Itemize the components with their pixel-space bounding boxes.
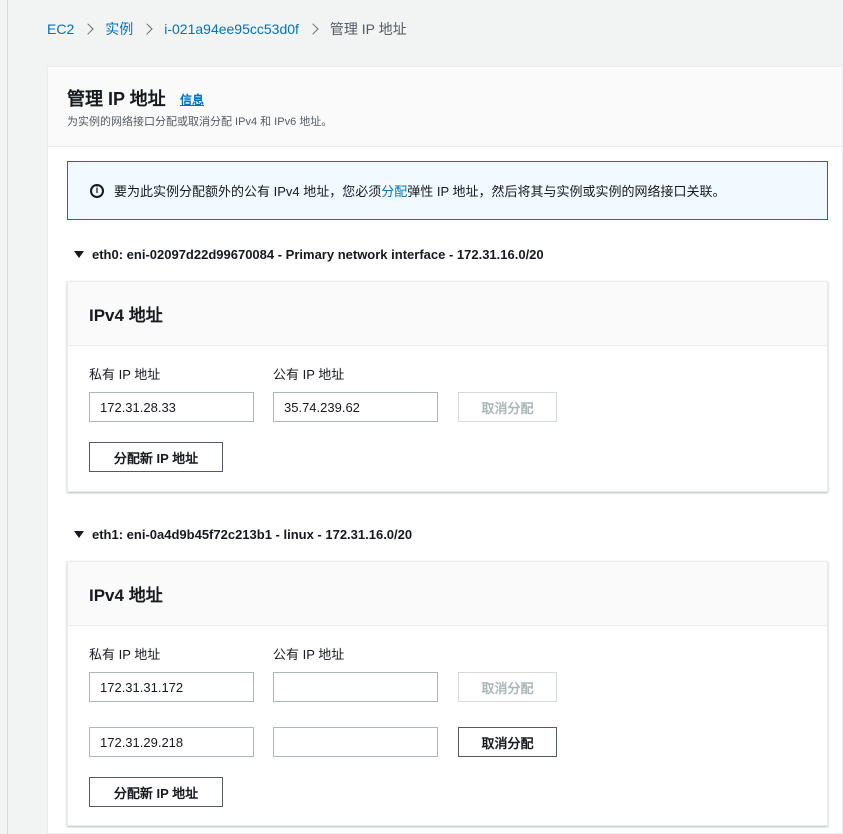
unassign-button[interactable]: 取消分配: [458, 672, 557, 702]
assign-new-ip-button[interactable]: 分配新 IP 地址: [89, 777, 223, 807]
info-icon: i: [90, 183, 104, 198]
interface-toggle-eth0[interactable]: eth0: eni-02097d22d99670084 - Primary ne…: [74, 247, 544, 262]
private-ip-label: 私有 IP 地址: [89, 647, 161, 662]
ipv4-card-eth1: IPv4 地址 私有 IP 地址 公有 IP 地址 172.31.31.172 …: [67, 561, 828, 826]
breadcrumb: EC2 实例 i-021a94ee95cc53d0f 管理 IP 地址: [47, 19, 407, 39]
public-ip-field[interactable]: [273, 727, 438, 757]
breadcrumb-current: 管理 IP 地址: [329, 21, 407, 37]
public-ip-label: 公有 IP 地址: [273, 367, 345, 382]
unassign-button[interactable]: 取消分配: [458, 727, 557, 757]
caret-down-icon: [74, 531, 84, 538]
alert-text-before: 要为此实例分配额外的公有 IPv4 地址，您必须: [114, 184, 382, 199]
interface-title: eth0: eni-02097d22d99670084 - Primary ne…: [92, 247, 544, 262]
chevron-right-icon: [141, 23, 153, 35]
page-title: 管理 IP 地址: [67, 89, 166, 109]
alert-allocate-link[interactable]: 分配: [381, 181, 407, 200]
manage-ip-panel: 管理 IP 地址 信息 为实例的网络接口分配或取消分配 IPv4 和 IPv6 …: [47, 66, 843, 834]
left-rail: [0, 0, 8, 834]
card-title: IPv4 地址: [68, 562, 827, 626]
breadcrumb-instance-id[interactable]: i-021a94ee95cc53d0f: [164, 21, 299, 37]
info-alert: i 要为此实例分配额外的公有 IPv4 地址，您必须 分配 弹性 IP 地址，然后将…: [67, 161, 828, 220]
public-ip-label: 公有 IP 地址: [273, 647, 345, 662]
ipv4-card-eth0: IPv4 地址 私有 IP 地址 公有 IP 地址 172.31.28.33 3…: [67, 281, 828, 492]
interface-title: eth1: eni-0a4d9b45f72c213b1 - linux - 17…: [92, 527, 413, 542]
caret-down-icon: [74, 251, 84, 258]
breadcrumb-ec2[interactable]: EC2: [47, 21, 74, 37]
card-title: IPv4 地址: [68, 282, 827, 346]
private-ip-field[interactable]: 172.31.29.218: [89, 727, 254, 757]
breadcrumb-instances[interactable]: 实例: [105, 19, 133, 39]
public-ip-field[interactable]: 35.74.239.62: [273, 392, 438, 422]
panel-header: 管理 IP 地址 信息 为实例的网络接口分配或取消分配 IPv4 和 IPv6 …: [48, 67, 842, 147]
chevron-right-icon: [307, 23, 319, 35]
alert-text-after: 弹性 IP 地址，然后将其与实例或实例的网络接口关联。: [407, 184, 726, 199]
interface-toggle-eth1[interactable]: eth1: eni-0a4d9b45f72c213b1 - linux - 17…: [74, 527, 412, 542]
page-description: 为实例的网络接口分配或取消分配 IPv4 和 IPv6 地址。: [67, 116, 333, 128]
private-ip-field[interactable]: 172.31.31.172: [89, 672, 254, 702]
private-ip-field[interactable]: 172.31.28.33: [89, 392, 254, 422]
private-ip-label: 私有 IP 地址: [89, 367, 161, 382]
info-link[interactable]: 信息: [180, 91, 204, 108]
unassign-button[interactable]: 取消分配: [458, 392, 557, 422]
public-ip-field[interactable]: [273, 672, 438, 702]
chevron-right-icon: [82, 23, 94, 35]
assign-new-ip-button[interactable]: 分配新 IP 地址: [89, 442, 223, 472]
